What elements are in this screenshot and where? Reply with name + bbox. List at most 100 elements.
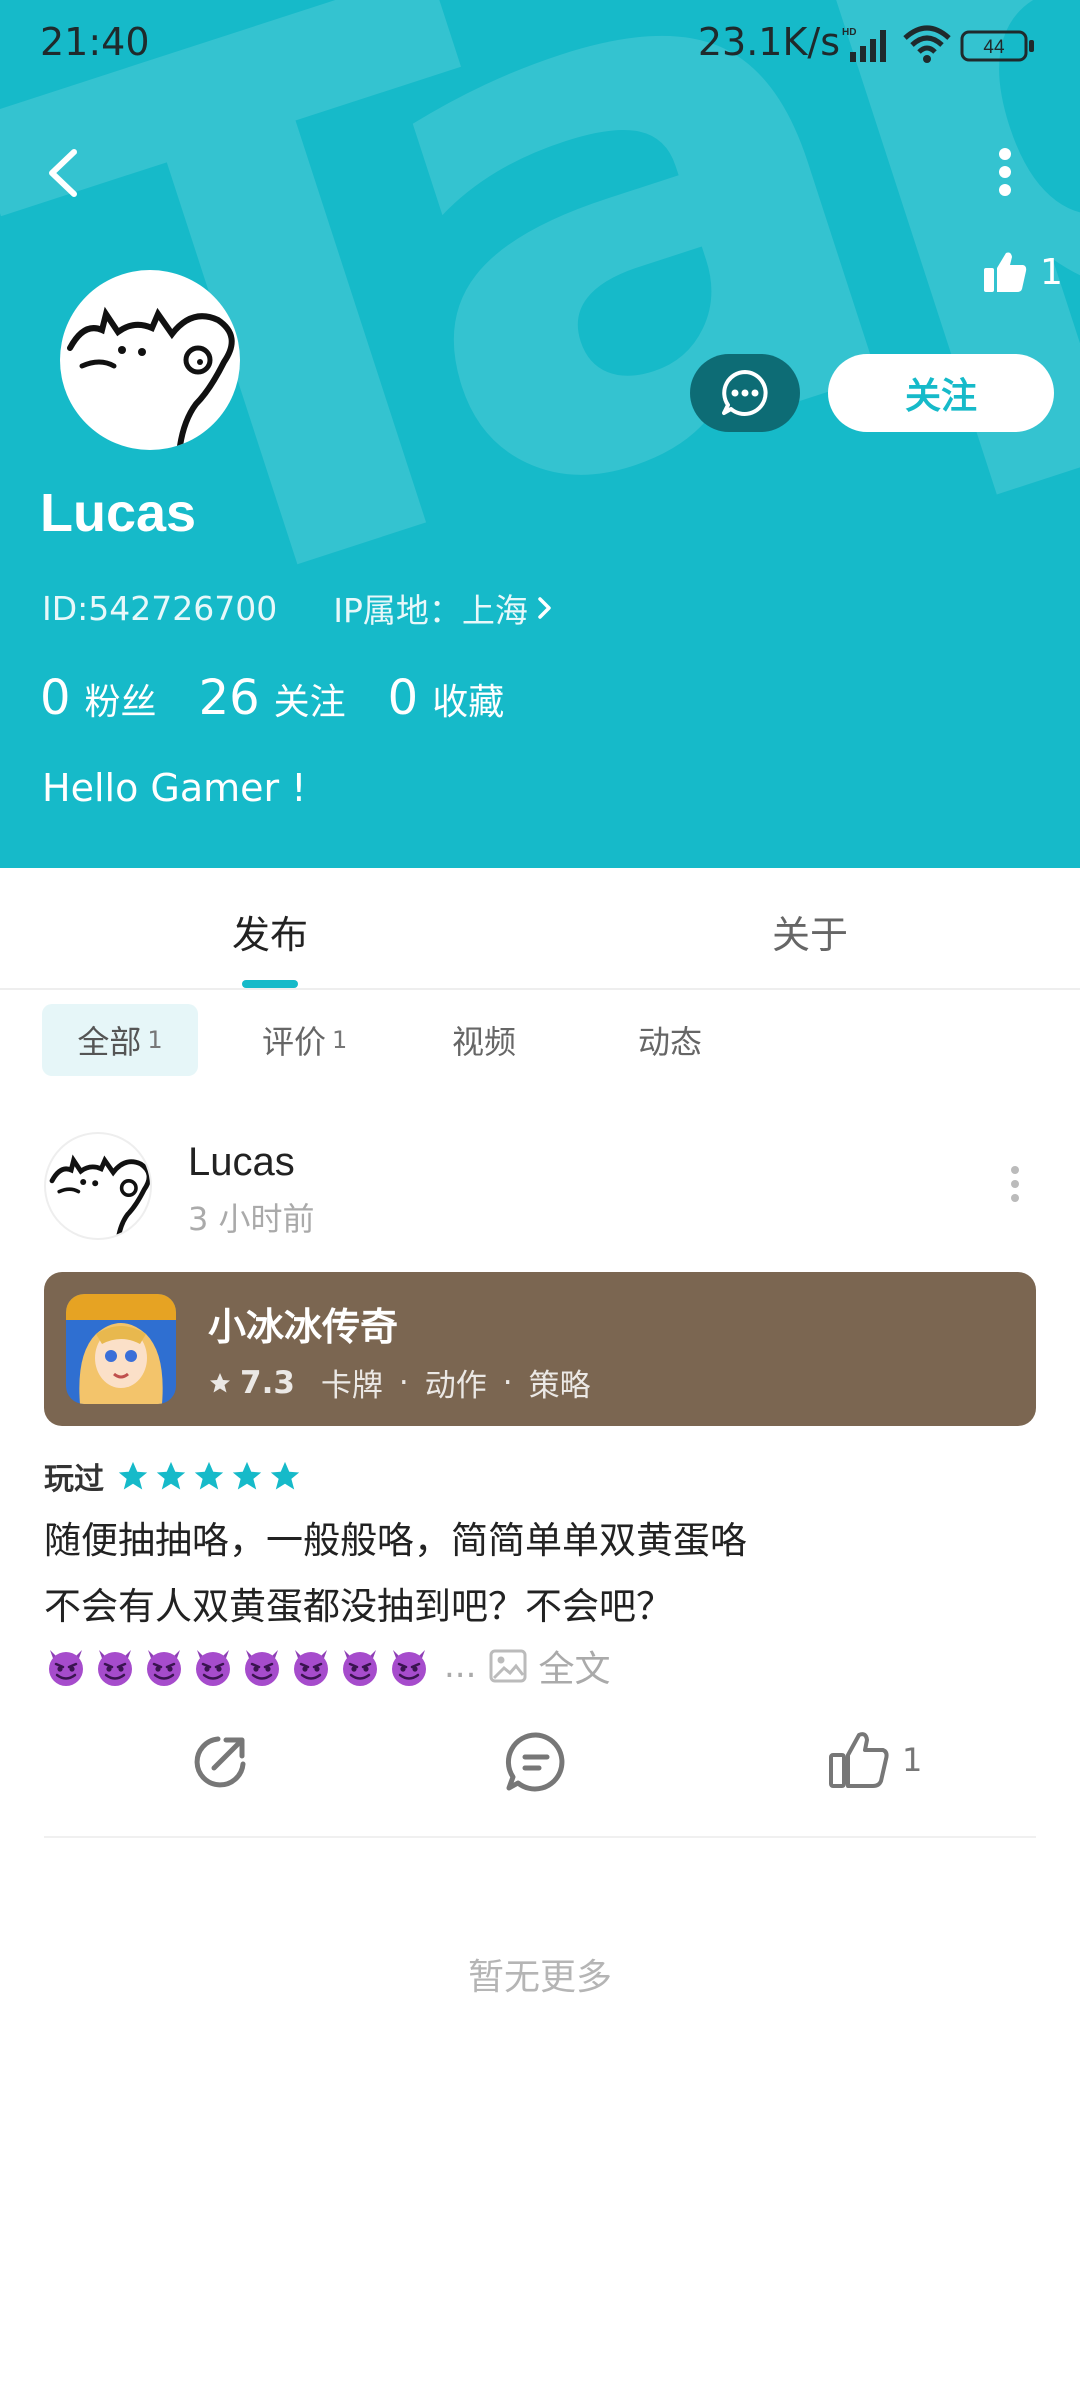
stat-label: 收藏 bbox=[432, 682, 505, 723]
played-label: 玩过 bbox=[44, 1462, 104, 1497]
post-emoji-row: ... 全文 bbox=[44, 1640, 610, 1692]
tab-about[interactable]: 关于 bbox=[772, 904, 848, 959]
game-tag: 卡牌 bbox=[320, 1368, 383, 1404]
share-icon bbox=[194, 1736, 246, 1788]
post-divider bbox=[44, 1836, 1036, 1838]
filter-label: 动态 bbox=[638, 1023, 703, 1061]
game-meta: 7.3 卡牌 · 动作 · 策略 bbox=[208, 1360, 591, 1405]
tab-publish[interactable]: 发布 bbox=[232, 904, 308, 959]
more-vertical-icon bbox=[999, 148, 1011, 196]
post-more-button[interactable] bbox=[1000, 1160, 1030, 1208]
thumbs-up-icon bbox=[984, 252, 1027, 292]
game-title: 小冰冰传奇 bbox=[208, 1305, 399, 1349]
more-vertical-icon bbox=[1011, 1166, 1019, 1202]
chat-bubble-icon bbox=[722, 370, 768, 416]
stat-label: 粉丝 bbox=[84, 682, 157, 723]
profile-stats: 0 粉丝 26 关注 0 收藏 bbox=[40, 670, 546, 726]
image-icon bbox=[489, 1649, 527, 1683]
profile-header: TapTap 21:40 23.1K/s HD bbox=[0, 0, 1080, 868]
profile-username: Lucas bbox=[40, 483, 197, 543]
full-text-label: 全文 bbox=[538, 1649, 611, 1690]
filter-chips: 全部 1 评价 1 视频 动态 bbox=[0, 1004, 1080, 1080]
stat-following[interactable]: 26 关注 bbox=[199, 670, 346, 726]
share-button[interactable] bbox=[188, 1730, 252, 1794]
comment-icon bbox=[505, 1732, 565, 1792]
devil-emoji-group bbox=[44, 1644, 436, 1688]
separator-dot: · bbox=[398, 1364, 409, 1401]
devil-emoji-icon bbox=[245, 1650, 279, 1686]
rating-star-icon bbox=[232, 1461, 262, 1490]
profile-like-button[interactable]: 1 bbox=[982, 250, 1063, 294]
game-cover-image bbox=[66, 1294, 176, 1404]
game-tag: 策略 bbox=[528, 1368, 591, 1404]
comment-button[interactable] bbox=[504, 1730, 568, 1794]
review-rating: 玩过 bbox=[44, 1454, 302, 1498]
devil-emoji-icon bbox=[49, 1650, 83, 1686]
rating-star-icon bbox=[270, 1461, 300, 1490]
star-icon bbox=[210, 1372, 230, 1392]
no-more-content-label: 暂无更多 bbox=[467, 1957, 612, 1998]
profile-id-line: ID:542726700 IP属地：上海 bbox=[42, 584, 554, 632]
devil-emoji-icon bbox=[343, 1650, 377, 1686]
separator-dot: · bbox=[502, 1364, 513, 1401]
active-tab-indicator bbox=[242, 980, 298, 988]
stat-value: 26 bbox=[198, 670, 260, 726]
follow-button[interactable]: 关注 bbox=[828, 354, 1054, 432]
rating-star-icon bbox=[118, 1461, 148, 1490]
wifi-icon bbox=[902, 24, 952, 68]
game-card[interactable]: 小冰冰传奇 7.3 卡牌 · 动作 · 策略 bbox=[44, 1272, 1036, 1426]
thumbs-up-icon bbox=[829, 1732, 889, 1788]
message-button[interactable] bbox=[690, 354, 800, 432]
user-id: ID:542726700 bbox=[42, 588, 278, 628]
filter-reviews[interactable]: 评价 1 bbox=[262, 1004, 347, 1076]
game-tag: 动作 bbox=[424, 1368, 487, 1404]
devil-emoji-icon bbox=[196, 1650, 230, 1686]
main-tabs: 发布 关于 bbox=[0, 868, 1080, 990]
chevron-left-icon bbox=[49, 149, 77, 197]
post-author-name[interactable]: Lucas bbox=[188, 1140, 295, 1185]
post-ellipsis: ... bbox=[444, 1646, 477, 1686]
doodle-avatar-image bbox=[67, 306, 235, 449]
profile-like-count: 1 bbox=[1040, 251, 1063, 293]
ip-location-link[interactable]: IP属地：上海 bbox=[333, 584, 554, 632]
post-like-button[interactable]: 1 bbox=[828, 1730, 922, 1790]
status-time: 21:40 bbox=[40, 20, 150, 64]
more-menu-button[interactable] bbox=[980, 140, 1030, 204]
filter-label: 评价 bbox=[262, 1023, 327, 1061]
stat-value: 0 bbox=[387, 670, 419, 726]
devil-emoji-icon bbox=[98, 1650, 132, 1686]
stat-label: 关注 bbox=[273, 682, 346, 723]
filter-count: 1 bbox=[332, 1026, 348, 1054]
svg-text:HD: HD bbox=[842, 27, 856, 38]
filter-moments[interactable]: 动态 bbox=[638, 1004, 702, 1076]
post-body[interactable]: 随便抽抽咯，一般般咯，简简单单双黄蛋咯 不会有人双黄蛋都没抽到吧？不会吧？ bbox=[44, 1508, 747, 1640]
filter-videos[interactable]: 视频 bbox=[452, 1004, 516, 1076]
status-bar: 21:40 23.1K/s HD 44 bbox=[0, 0, 1080, 90]
status-network-speed: 23.1K/s bbox=[697, 20, 840, 64]
filter-label: 全部 bbox=[77, 1023, 142, 1061]
back-button[interactable] bbox=[36, 140, 92, 204]
filter-label: 视频 bbox=[452, 1023, 517, 1061]
avatar[interactable] bbox=[60, 270, 240, 450]
post-timestamp: 3 小时前 bbox=[188, 1200, 315, 1238]
post-author-avatar[interactable] bbox=[44, 1132, 152, 1240]
filter-all[interactable]: 全部 1 bbox=[42, 1004, 198, 1076]
game-icon bbox=[66, 1294, 176, 1404]
svg-text:44: 44 bbox=[983, 37, 1005, 58]
stat-followers[interactable]: 0 粉丝 bbox=[40, 670, 157, 726]
full-text-link[interactable]: 全文 bbox=[488, 1640, 610, 1692]
battery-icon: 44 bbox=[960, 30, 1036, 66]
profile-bio: Hello Gamer ! bbox=[42, 766, 307, 810]
post-like-count: 1 bbox=[902, 1741, 923, 1779]
signal-icon: HD bbox=[842, 26, 892, 66]
post-text-line: 随便抽抽咯，一般般咯，简简单单双黄蛋咯 bbox=[44, 1519, 747, 1562]
game-score: 7.3 bbox=[240, 1364, 295, 1401]
rating-star-icon bbox=[156, 1461, 186, 1490]
devil-emoji-icon bbox=[147, 1650, 181, 1686]
ip-location-text: IP属地：上海 bbox=[333, 591, 528, 630]
stat-value: 0 bbox=[40, 670, 71, 726]
doodle-avatar-image bbox=[49, 1154, 150, 1238]
devil-emoji-icon bbox=[294, 1650, 328, 1686]
stat-favorites[interactable]: 0 收藏 bbox=[388, 670, 505, 726]
rating-star-icon bbox=[194, 1461, 224, 1490]
